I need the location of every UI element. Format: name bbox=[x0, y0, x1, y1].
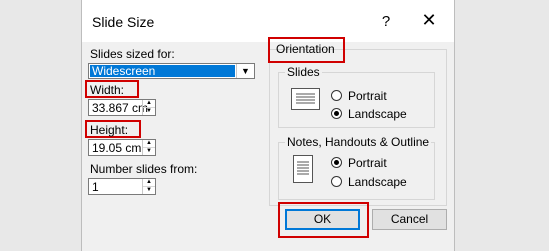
number-spin-buttons: ▲ ▼ bbox=[142, 179, 155, 194]
radio-on-icon[interactable] bbox=[331, 157, 342, 168]
title-bar: Slide Size ? ✕ bbox=[82, 0, 454, 42]
height-spinner[interactable]: 19.05 cm ▲ ▼ bbox=[88, 139, 156, 156]
width-label: Width: bbox=[90, 83, 125, 97]
slides-portrait-label: Portrait bbox=[348, 89, 387, 103]
number-slides-from-spinner[interactable]: 1 ▲ ▼ bbox=[88, 178, 156, 195]
spin-down-icon[interactable]: ▼ bbox=[143, 148, 155, 155]
dialog-title: Slide Size bbox=[92, 14, 155, 30]
width-spin-buttons: ▲ ▼ bbox=[142, 100, 155, 115]
spin-up-icon[interactable]: ▲ bbox=[143, 179, 155, 187]
slides-sized-for-dropdown[interactable]: Widescreen ▼ bbox=[88, 63, 255, 79]
notes-portrait-label: Portrait bbox=[348, 156, 387, 170]
slides-group-title: Slides bbox=[285, 65, 322, 79]
portrait-page-icon bbox=[293, 155, 313, 183]
landscape-page-icon bbox=[291, 88, 320, 110]
radio-off-icon[interactable] bbox=[331, 90, 342, 101]
height-value[interactable]: 19.05 cm bbox=[92, 141, 141, 155]
height-label: Height: bbox=[90, 123, 129, 137]
number-slides-from-label: Number slides from: bbox=[90, 162, 198, 176]
slides-sized-for-label: Slides sized for: bbox=[90, 47, 175, 61]
width-spinner[interactable]: 33.867 cm ▲ ▼ bbox=[88, 99, 156, 116]
spin-up-icon[interactable]: ▲ bbox=[143, 100, 155, 108]
radio-off-icon[interactable] bbox=[331, 176, 342, 187]
orientation-highlight bbox=[268, 37, 345, 63]
width-value[interactable]: 33.867 cm bbox=[92, 101, 148, 115]
close-icon[interactable]: ✕ bbox=[419, 10, 439, 30]
notes-landscape-label: Landscape bbox=[348, 175, 407, 189]
height-spin-buttons: ▲ ▼ bbox=[142, 140, 155, 155]
chevron-down-icon[interactable]: ▼ bbox=[236, 64, 254, 78]
slide-size-dialog: Slide Size ? ✕ Slides sized for: Widescr… bbox=[81, 0, 455, 251]
spin-down-icon[interactable]: ▼ bbox=[143, 108, 155, 115]
cancel-button[interactable]: Cancel bbox=[372, 209, 447, 230]
slides-sized-for-value: Widescreen bbox=[90, 65, 235, 77]
slides-landscape-label: Landscape bbox=[348, 107, 407, 121]
notes-group-title: Notes, Handouts & Outline bbox=[285, 135, 432, 149]
spin-down-icon[interactable]: ▼ bbox=[143, 187, 155, 194]
number-slides-from-value[interactable]: 1 bbox=[92, 180, 99, 194]
ok-button[interactable]: OK bbox=[285, 209, 360, 230]
radio-on-icon[interactable] bbox=[331, 108, 342, 119]
help-button[interactable]: ? bbox=[378, 13, 394, 30]
spin-up-icon[interactable]: ▲ bbox=[143, 140, 155, 148]
